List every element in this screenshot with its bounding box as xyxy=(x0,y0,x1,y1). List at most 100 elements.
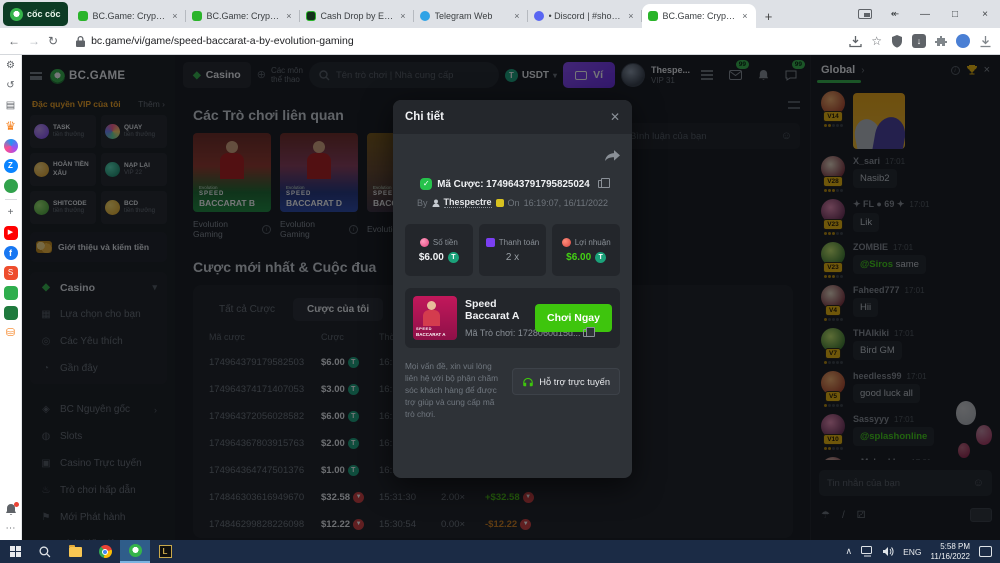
chrome-button[interactable] xyxy=(90,540,120,563)
modal-body: ✓ Mã Cược: 1749643791795825024 By Thespe… xyxy=(393,134,632,430)
wallet-icon xyxy=(486,238,495,247)
zalo-icon[interactable]: Z xyxy=(4,159,18,173)
taskbar-clock[interactable]: 5:58 PM 11/16/2022 xyxy=(931,542,970,562)
crown-icon[interactable]: ♛ xyxy=(4,119,18,133)
browser-tab-4[interactable]: Telegram Web × xyxy=(414,4,528,28)
screen: cốc cốc BC.Game: Crypto Casino Gan × BC.… xyxy=(0,0,1000,563)
tray-expand-icon[interactable]: ∧ xyxy=(846,546,853,557)
send-to-device-icon[interactable]: ↞ xyxy=(880,9,910,20)
bcgame-site: BC.GAME Đặc quyền VIP của tôi Thêm › TAS… xyxy=(22,55,1000,540)
bet-id-row: ✓ Mã Cược: 1749643791795825024 xyxy=(405,178,620,190)
notifications-bell[interactable] xyxy=(5,503,17,516)
league-of-legends-button[interactable]: L xyxy=(150,540,180,563)
usdt-coin-icon: T xyxy=(595,252,606,263)
coccoc-logo: cốc cốc xyxy=(3,2,68,26)
game-thumbnail[interactable]: SPEED BACCARAT A xyxy=(413,296,457,340)
settings-gear-icon[interactable]: ⚙ xyxy=(4,59,18,73)
coccoc-icon xyxy=(129,544,142,557)
action-center-icon[interactable] xyxy=(979,546,992,557)
new-tab-button[interactable]: + xyxy=(758,6,780,28)
telegram-favicon xyxy=(420,11,430,21)
folder-icon xyxy=(69,547,82,557)
tab-close-icon[interactable]: × xyxy=(398,11,407,21)
copy-icon[interactable] xyxy=(583,329,590,337)
feed-icon[interactable]: ▤ xyxy=(4,99,18,113)
cashdrop-favicon xyxy=(306,11,316,21)
cart-icon[interactable]: ⛁ xyxy=(4,326,18,340)
stat-payout: Thanh toán 2 x xyxy=(479,224,547,276)
tab-close-icon[interactable]: × xyxy=(170,11,179,21)
game-panel: SPEED BACCARAT A Speed Baccarat A Mã Trò… xyxy=(405,288,620,348)
tab-close-icon[interactable]: × xyxy=(284,11,293,21)
address-field[interactable]: bc.game/vi/game/speed-baccarat-a-by-evol… xyxy=(66,32,841,51)
start-button[interactable] xyxy=(0,540,30,563)
bet-details-modal: Chi tiết ✕ ✓ Mã Cược: 174964379179582502… xyxy=(393,100,632,478)
play-now-button[interactable]: Chơi Ngay xyxy=(535,304,612,332)
person-icon xyxy=(432,199,440,207)
support-row: Mọi vấn đề, xin vui lòng liên hệ với bộ … xyxy=(405,360,620,420)
youtube-icon[interactable]: ▶ xyxy=(4,226,18,240)
shortcut-icon[interactable] xyxy=(4,286,18,300)
tab-close-icon[interactable]: × xyxy=(512,11,521,21)
shopee-icon[interactable]: S xyxy=(4,266,18,280)
language-indicator[interactable]: ENG xyxy=(903,547,921,557)
browser-tab-2[interactable]: BC.Game: Crypto Casino Gan × xyxy=(186,4,300,28)
live-support-button[interactable]: Hỗ trợ trực tuyến xyxy=(512,368,620,395)
minimize-button[interactable]: — xyxy=(910,9,940,20)
modal-header: Chi tiết ✕ xyxy=(393,100,632,134)
game-name: Speed Baccarat A xyxy=(465,298,527,322)
reload-icon[interactable]: ↻ xyxy=(48,34,58,48)
chips-icon xyxy=(420,238,429,247)
tab-close-icon[interactable]: × xyxy=(626,11,635,21)
history-icon[interactable]: ↺ xyxy=(4,79,18,93)
modal-close-icon[interactable]: ✕ xyxy=(610,110,620,124)
ncov-icon[interactable] xyxy=(4,306,18,320)
picture-in-picture-icon[interactable] xyxy=(858,9,872,19)
browser-url-bar: ← → ↻ bc.game/vi/game/speed-baccarat-a-b… xyxy=(0,28,1000,55)
shield-icon[interactable] xyxy=(891,35,903,48)
browser-tab-6-active[interactable]: BC.Game: Crypto Casino Gan × xyxy=(642,4,756,28)
save-icon[interactable] xyxy=(849,35,862,48)
browser-tab-1[interactable]: BC.Game: Crypto Casino Gan × xyxy=(72,4,186,28)
taskbar-search[interactable] xyxy=(30,540,60,563)
bcgame-favicon xyxy=(648,11,658,21)
tab-title: Cash Drop by Evolution! Wo xyxy=(321,11,394,21)
bet-author-row: By Thespectre On 16:19:07, 16/11/2022 xyxy=(405,197,620,208)
tab-close-icon[interactable]: × xyxy=(740,11,749,21)
bell-badge xyxy=(14,502,19,507)
extensions-icon[interactable] xyxy=(935,35,947,47)
tab-title: • Discord | #show-off-you xyxy=(549,11,622,21)
window-controls: ↞ — □ × xyxy=(850,0,1000,28)
add-shortcut-icon[interactable]: + xyxy=(4,206,18,220)
maximize-button[interactable]: □ xyxy=(940,9,970,20)
copy-icon[interactable] xyxy=(598,180,605,188)
verified-icon: ✓ xyxy=(420,178,432,190)
lol-icon: L xyxy=(159,545,172,558)
browser-tab-3[interactable]: Cash Drop by Evolution! Wo × xyxy=(300,4,414,28)
file-explorer-button[interactable] xyxy=(60,540,90,563)
close-button[interactable]: × xyxy=(970,9,1000,20)
share-icon[interactable] xyxy=(605,150,620,163)
coccoc-brand-text: cốc cốc xyxy=(27,9,61,19)
headset-icon xyxy=(522,376,534,387)
browser-tab-5[interactable]: • Discord | #show-off-you × xyxy=(528,4,642,28)
network-icon[interactable] xyxy=(861,546,874,557)
speaker-icon[interactable] xyxy=(883,546,894,557)
bet-datetime: 16:19:07, 16/11/2022 xyxy=(524,198,608,208)
games-icon[interactable] xyxy=(4,179,18,193)
back-icon[interactable]: ← xyxy=(8,34,20,48)
downloads-icon[interactable] xyxy=(979,35,992,48)
bet-author-name[interactable]: Thespectre xyxy=(444,197,492,208)
facebook-icon[interactable]: f xyxy=(4,246,18,260)
coccoc-button[interactable] xyxy=(120,540,150,563)
messenger-icon[interactable] xyxy=(4,139,18,153)
coccoc-icon xyxy=(10,8,23,21)
browser-profile-avatar[interactable] xyxy=(956,34,970,48)
clock-time: 5:58 PM xyxy=(940,542,970,551)
forward-icon[interactable]: → xyxy=(28,34,40,48)
medal-badge-icon xyxy=(496,199,504,207)
coccoc-side-rail: ⚙ ↺ ▤ ♛ Z + ▶ f S ⛁ ⋯ xyxy=(0,55,22,540)
more-icon[interactable]: ⋯ xyxy=(4,522,18,536)
download-active-icon[interactable]: ↓ xyxy=(912,34,926,48)
bookmark-star-icon[interactable]: ☆ xyxy=(871,34,882,48)
